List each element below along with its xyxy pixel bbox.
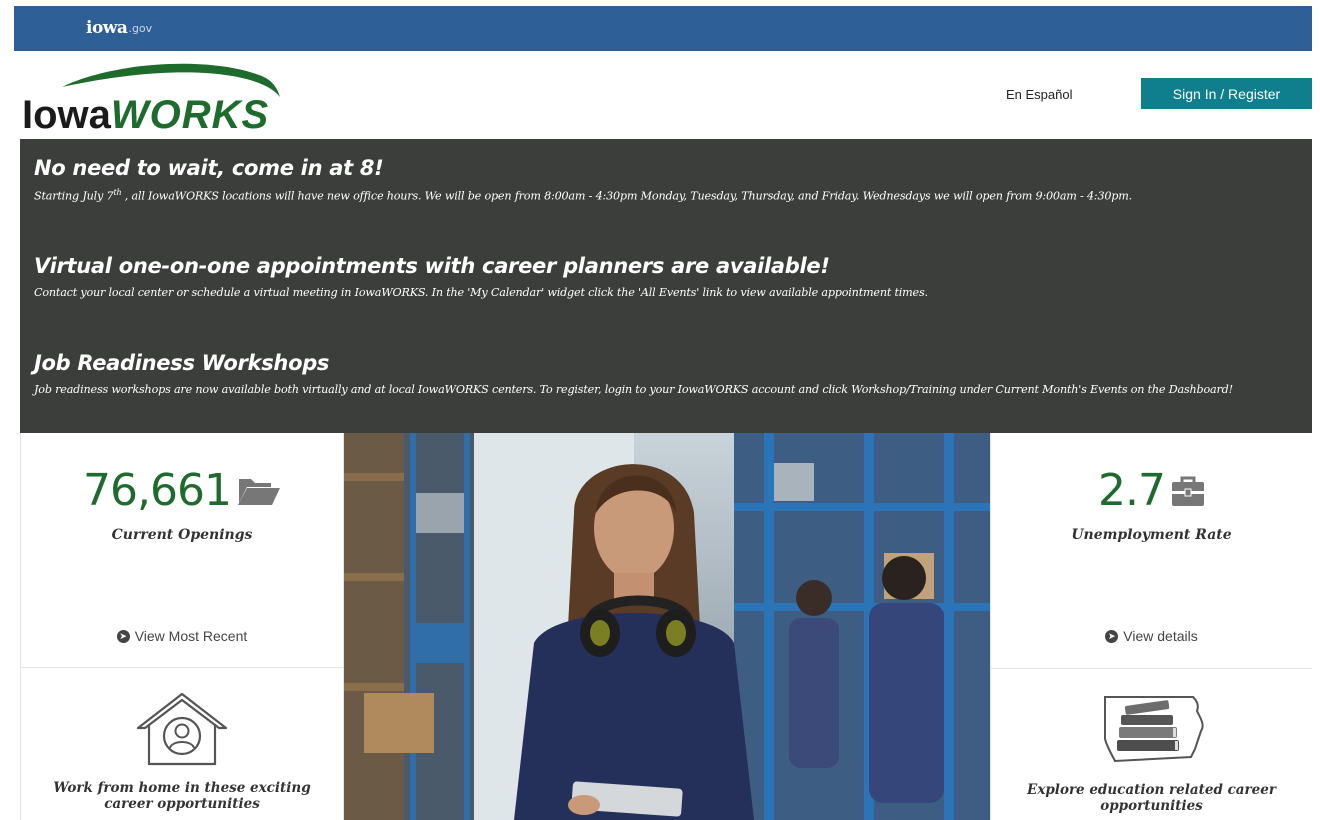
brand-wordmark: IowaWORKS	[22, 95, 269, 135]
announcement-office-hours: No need to wait, come in at 8! Starting …	[34, 156, 1132, 203]
hero-illustration	[344, 433, 990, 820]
house-person-icon	[136, 692, 228, 766]
current-openings-tile: 76,661 Current Openings ➤ View Most Rece…	[20, 433, 344, 668]
announcement-title: No need to wait, come in at 8!	[34, 156, 384, 180]
card-icon-wrap	[991, 691, 1312, 769]
openings-count: 76,661	[83, 465, 232, 516]
education-label: Explore education related career opportu…	[1027, 782, 1276, 814]
folder-open-icon	[237, 478, 280, 505]
iowaworks-logo[interactable]: IowaWORKS	[22, 57, 282, 139]
iowa-gov-logo[interactable]: iowa .gov	[86, 16, 152, 40]
education-careers-card[interactable]: Explore education related career opportu…	[990, 669, 1312, 820]
iowa-gov-bar: iowa .gov	[14, 6, 1312, 51]
briefcase-icon	[1171, 476, 1204, 506]
announcements-panel: No need to wait, come in at 8! Starting …	[20, 139, 1312, 433]
unemployment-label: Unemployment Rate	[1071, 527, 1232, 543]
announcement-workshops: Job Readiness Workshops Job readiness wo…	[34, 351, 1233, 396]
arrow-circle-right-icon: ➤	[1105, 629, 1119, 643]
brand-prefix: Iowa	[22, 93, 111, 137]
unemployment-rate-tile: 2.7 Unemployment Rate ➤ View details	[990, 433, 1312, 669]
unemployment-stat: 2.7	[991, 465, 1312, 516]
announcement-title: Job Readiness Workshops	[34, 351, 330, 375]
view-details-link[interactable]: ➤ View details	[991, 628, 1312, 644]
stats-grid: 76,661 Current Openings ➤ View Most Rece…	[20, 433, 1312, 820]
hero-photo-warehouse-worker	[344, 433, 990, 820]
unemployment-value: 2.7	[1098, 465, 1166, 516]
arrow-circle-right-icon: ➤	[116, 629, 130, 643]
brand-suffix: WORKS	[110, 93, 270, 137]
view-details-label: View details	[1123, 628, 1198, 644]
card-icon-wrap	[21, 690, 343, 768]
books-iowa-icon	[1103, 696, 1204, 763]
sign-in-register-button[interactable]: Sign In / Register	[1141, 78, 1312, 109]
announcement-body: Starting July 7th , all IowaWORKS locati…	[34, 188, 1133, 203]
gov-logo-word: iowa	[86, 18, 128, 38]
announcement-title: Virtual one-on-one appointments with car…	[34, 254, 830, 278]
announcement-body: Job readiness workshops are now availabl…	[34, 383, 1233, 396]
openings-label: Current Openings	[111, 527, 253, 543]
page: iowa .gov IowaWORKS En Español Sign In /…	[0, 0, 1320, 820]
work-from-home-card[interactable]: Work from home in these exciting career …	[20, 668, 344, 820]
view-most-recent-link[interactable]: ➤ View Most Recent	[21, 628, 343, 644]
gov-logo-suffix: .gov	[128, 21, 153, 35]
announcement-body: Contact your local center or schedule a …	[34, 286, 928, 299]
openings-stat: 76,661	[21, 465, 343, 516]
work-from-home-label: Work from home in these exciting career …	[53, 780, 311, 812]
view-most-recent-label: View Most Recent	[134, 628, 248, 644]
site-header: IowaWORKS En Español Sign In / Register	[14, 51, 1312, 139]
announcement-virtual-appointments: Virtual one-on-one appointments with car…	[34, 254, 928, 299]
spanish-language-link[interactable]: En Español	[1006, 87, 1073, 102]
